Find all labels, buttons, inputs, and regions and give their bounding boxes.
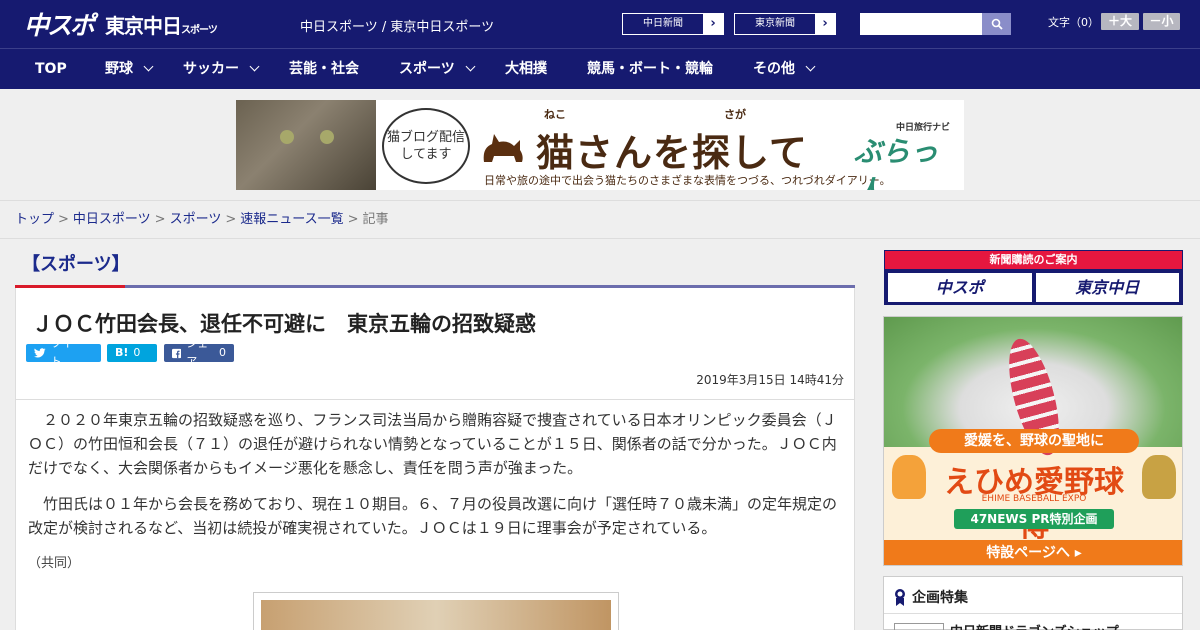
chevron-right-icon: › [710,16,716,31]
font-increase-button[interactable]: ＋大 [1101,13,1139,30]
article-paragraph: 竹田氏は０１年から会長を務めており、現在１０期目。６、７月の役員改選に向け「選任… [28,495,837,537]
tweet-button[interactable]: ツイート [26,337,101,368]
logo-chuspo: 中スポ [24,11,95,40]
feature-box: 企画特集 中日新聞ドラゴンズショップ [883,576,1183,630]
site-name: 中日スポーツ / 東京中日スポーツ [300,20,495,35]
nav-baseball[interactable]: 野球 [105,49,154,89]
ad-pr-label: 47NEWS PR特別企画 [954,509,1114,529]
site-logo[interactable]: 中スポ 東京中日スポーツ [24,8,218,40]
cat-photo [236,100,376,190]
article-paragraph: ２０２０年東京五輪の招致疑惑を巡り、フランス司法当局から贈賄容疑で捜査されている… [28,411,837,477]
hatena-bookmark-button[interactable]: B! 0 [107,344,157,362]
banner-ruby-saga: さが [724,108,746,121]
ext-link-chunichi[interactable]: 中日新聞 › [622,13,724,35]
banner-ruby-neko: ねこ [544,108,566,121]
mascot-right-icon [1142,455,1176,499]
feature-thumbnail [894,623,944,630]
ad-ribbon: 愛媛を、野球の聖地に [929,429,1139,453]
hatena-icon: B! [115,346,129,359]
breadcrumb-chunichi-sports[interactable]: 中日スポーツ [73,212,151,227]
top-header: 中スポ 東京中日スポーツ 中日スポーツ / 東京中日スポーツ 中日新聞 › 東京… [0,0,1200,48]
article-body: ２０２０年東京五輪の招致疑惑を巡り、フランス司法当局から贈賄容疑で捜査されている… [15,399,855,630]
search-button[interactable] [982,13,1011,35]
nav-soccer[interactable]: サッカー [183,49,260,89]
breadcrumb-news-list[interactable]: 速報ニュース一覧 [240,212,343,227]
nav-top[interactable]: TOP [35,49,67,89]
facebook-icon [172,348,182,358]
subscription-box: 新聞購読のご案内 中スポ 東京中日 [884,250,1183,305]
category-tag: 【スポーツ】 [22,254,130,275]
facebook-share-button[interactable]: シェア 0 [164,337,234,368]
font-size-label: 文字（0） [1048,16,1099,29]
banner-brand: 中日旅行ナビぶらっ人 [854,123,951,190]
nav-entertainment[interactable]: 芸能・社会 [289,49,359,89]
mascot-left-icon [892,455,926,499]
subscription-head: 新聞購読のご案内 [885,251,1182,269]
twitter-icon [34,348,46,358]
chevron-right-icon: › [822,16,828,31]
ad-title-en: EHIME BASEBALL EXPO [981,494,1087,504]
breadcrumb-top[interactable]: トップ [15,212,54,227]
ext-link-tokyo[interactable]: 東京新聞 › [734,13,836,35]
article-title: ＪＯＣ竹田会長、退任不可避に 東京五輪の招致疑惑 [32,312,536,336]
search-icon [991,18,1003,30]
article-photo [261,600,611,630]
article-photo-frame[interactable] [253,592,619,630]
nav-racing[interactable]: 競馬・ボート・競輪 [587,49,713,89]
chevron-down-icon [465,61,476,72]
banner-area: 猫ブログ配信してます ねこ さが 猫さんを探して 日常や旅の途中で出会う猫たちの… [0,89,1200,200]
article-header: ＪＯＣ竹田会長、退任不可避に 東京五輪の招致疑惑 ツイート B! 0 シェア 0… [15,288,855,399]
article-date: 2019年3月15日 14時41分 [696,373,844,387]
chevron-down-icon [805,61,816,72]
breadcrumb-current: 記事 [362,212,389,227]
feature-title: 企画特集 [912,590,968,606]
chevron-down-icon [143,61,154,72]
nav-sumo[interactable]: 大相撲 [505,49,547,89]
nav-others[interactable]: その他 [753,49,816,89]
speech-bubble: 猫ブログ配信してます [382,108,470,184]
breadcrumb: トップ > 中日スポーツ > スポーツ > 速報ニュース一覧 > 記事 [0,200,1200,239]
logo-tokyo-chunichi: 東京中日スポーツ [105,13,218,38]
chevron-down-icon [249,61,260,72]
breadcrumb-sports[interactable]: スポーツ [170,212,222,227]
banner-title: 猫さんを探して [536,131,808,175]
cat-silhouette-icon [483,134,523,162]
search-input[interactable] [860,13,982,35]
nav-sports[interactable]: スポーツ [399,49,476,89]
ribbon-award-icon [895,589,905,606]
main-nav: TOP 野球 サッカー 芸能・社会 スポーツ 大相撲 競馬・ボート・競輪 その他 [0,48,1200,89]
ehime-baseball-ad[interactable]: 愛媛を、野球の聖地に えひめ愛野球博 EHIME BASEBALL EXPO 4… [883,316,1183,566]
cat-blog-banner[interactable]: 猫ブログ配信してます ねこ さが 猫さんを探して 日常や旅の途中で出会う猫たちの… [236,100,964,190]
subscribe-chuspo-link[interactable]: 中スポ [888,273,1032,302]
banner-subtitle: 日常や旅の途中で出会う猫たちのさまざまな表情をつづる、つれづれダイアリー。 [484,174,891,187]
font-decrease-button[interactable]: －小 [1143,13,1180,30]
special-page-button[interactable]: 特設ページへ ▸ [884,540,1182,565]
article-credit: （共同） [28,556,81,571]
feature-item-dragons-shop[interactable]: 中日新聞ドラゴンズショップ [950,621,1119,630]
subscribe-tokyo-chunichi-link[interactable]: 東京中日 [1035,273,1179,302]
